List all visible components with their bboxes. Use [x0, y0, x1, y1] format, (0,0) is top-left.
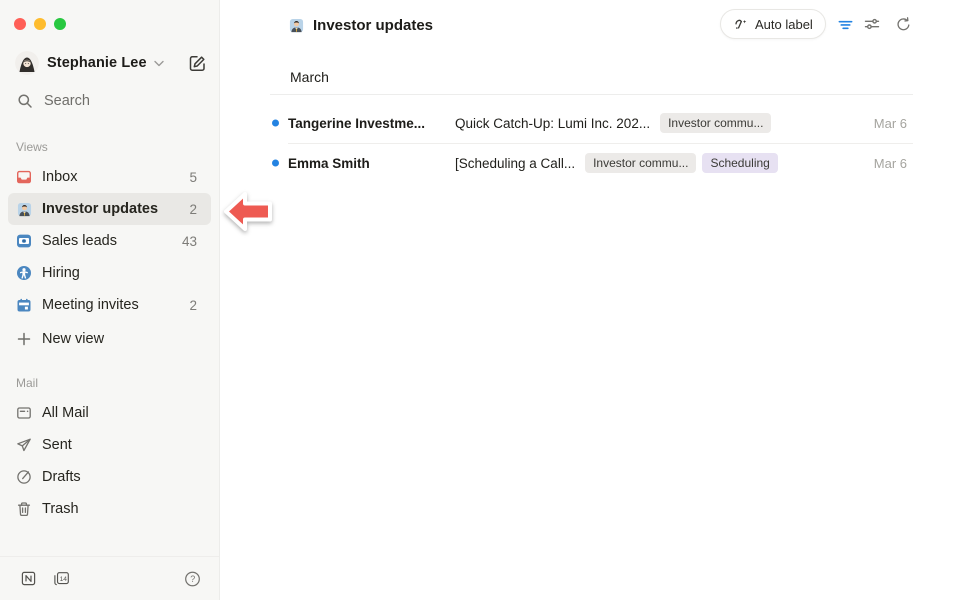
- mail-section-label: Mail: [16, 376, 38, 390]
- tag-scheduling[interactable]: Scheduling: [702, 153, 777, 173]
- sidebar-item-inbox[interactable]: Inbox 5: [8, 161, 211, 193]
- view-header: Investor updates: [289, 10, 433, 40]
- unread-count: 2: [189, 298, 197, 313]
- sidebar-item-drafts[interactable]: Drafts: [8, 461, 211, 493]
- email-subject: Quick Catch-Up: Lumi Inc. 202...: [455, 116, 650, 131]
- search-label: Search: [44, 93, 90, 109]
- unread-dot: [272, 160, 279, 167]
- paper-plane-icon: [16, 437, 32, 453]
- banknote-icon: [16, 233, 32, 249]
- notion-calendar-button[interactable]: 14: [53, 570, 70, 587]
- auto-label-button[interactable]: Auto label: [720, 9, 826, 39]
- sidebar-footer: 14 ?: [0, 556, 219, 600]
- email-tags: Investor commu... Scheduling: [585, 153, 778, 173]
- svg-text:?: ?: [190, 574, 195, 584]
- chevron-down-icon: [154, 60, 164, 67]
- unread-count: 43: [182, 234, 197, 249]
- sidebar-item-meeting-invites[interactable]: Meeting invites 2: [8, 289, 211, 321]
- refresh-icon: [895, 16, 912, 33]
- sidebar-item-hiring[interactable]: Hiring: [8, 257, 211, 289]
- display-settings-button[interactable]: [862, 14, 882, 34]
- search-button[interactable]: Search: [17, 91, 90, 111]
- investor-icon: [16, 201, 32, 217]
- views-section-label: Views: [16, 140, 48, 154]
- email-subject: [Scheduling a Call...: [455, 156, 575, 171]
- compose-button[interactable]: [187, 53, 207, 73]
- tag-investor-communication[interactable]: Investor commu...: [660, 113, 771, 133]
- inbox-icon: [16, 169, 32, 185]
- account-switcher[interactable]: Stephanie Lee: [15, 50, 207, 76]
- zoom-window-button[interactable]: [54, 18, 66, 30]
- plus-icon: [16, 331, 32, 347]
- unread-count: 5: [189, 170, 197, 185]
- sidebar-item-sent[interactable]: Sent: [8, 429, 211, 461]
- filter-lines-icon: [837, 16, 854, 33]
- compose-icon: [188, 54, 207, 73]
- email-row[interactable]: Emma Smith [Scheduling a Call... Investo…: [270, 143, 913, 183]
- main-content: Investor updates Auto label: [220, 0, 960, 600]
- minimize-window-button[interactable]: [34, 18, 46, 30]
- email-sender: Tangerine Investme...: [288, 116, 455, 131]
- sidebar-item-investor-updates[interactable]: Investor updates 2: [8, 193, 211, 225]
- tag-investor-communication[interactable]: Investor commu...: [585, 153, 696, 173]
- calendar-icon: [16, 297, 32, 313]
- sliders-icon: [863, 15, 881, 33]
- sidebar-item-all-mail[interactable]: All Mail: [8, 397, 211, 429]
- email-row[interactable]: Tangerine Investme... Quick Catch-Up: Lu…: [270, 103, 913, 143]
- email-date: Mar 6: [874, 116, 913, 131]
- help-button[interactable]: ?: [184, 570, 201, 587]
- email-date: Mar 6: [874, 156, 913, 171]
- search-icon: [17, 93, 33, 109]
- close-window-button[interactable]: [14, 18, 26, 30]
- sidebar-item-trash[interactable]: Trash: [8, 493, 211, 525]
- auto-label-icon: [733, 16, 749, 32]
- person-icon: [16, 265, 32, 281]
- refresh-button[interactable]: [893, 14, 913, 34]
- month-group-header: March: [270, 60, 913, 95]
- unread-count: 2: [189, 202, 197, 217]
- avatar: [15, 51, 39, 75]
- mail-nav: All Mail Sent Drafts: [8, 397, 211, 525]
- unread-dot: [272, 120, 279, 127]
- investor-icon: [289, 18, 304, 33]
- notion-app-button[interactable]: [20, 570, 37, 587]
- user-name: Stephanie Lee: [47, 55, 147, 71]
- email-rows: Tangerine Investme... Quick Catch-Up: Lu…: [270, 95, 913, 183]
- window-controls: [14, 18, 66, 30]
- sidebar-item-sales-leads[interactable]: Sales leads 43: [8, 225, 211, 257]
- trash-icon: [16, 501, 32, 517]
- new-view-button[interactable]: New view: [8, 323, 211, 355]
- all-mail-icon: [16, 405, 32, 421]
- email-tags: Investor commu...: [660, 113, 771, 133]
- page-title: Investor updates: [313, 17, 433, 34]
- email-list: March Tangerine Investme... Quick Catch-…: [270, 60, 913, 183]
- views-nav: Inbox 5 Investor updates 2: [8, 161, 211, 355]
- svg-text:14: 14: [60, 576, 68, 583]
- filter-button[interactable]: [835, 14, 855, 34]
- draft-icon: [16, 469, 32, 485]
- sidebar: Stephanie Lee Search Views: [0, 0, 220, 600]
- email-sender: Emma Smith: [288, 156, 455, 171]
